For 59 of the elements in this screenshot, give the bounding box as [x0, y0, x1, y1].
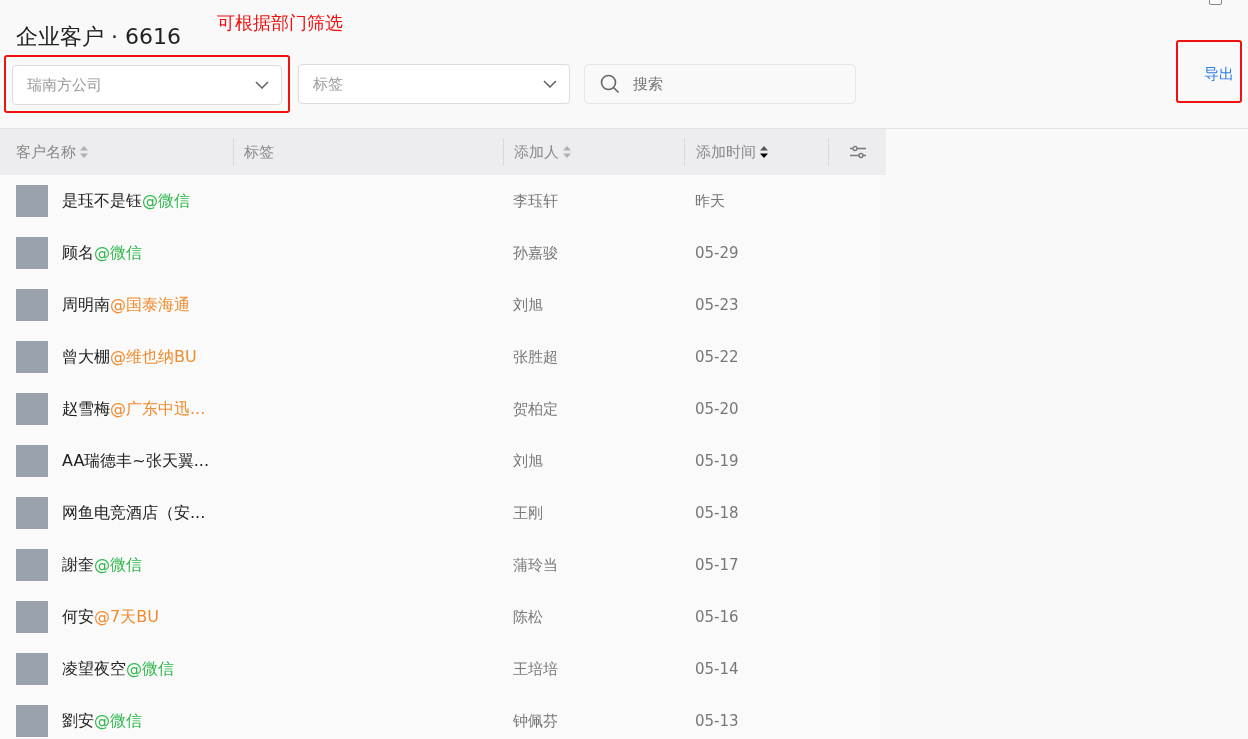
- table-cell: 王培培: [513, 659, 558, 679]
- customer-name: 赵雪梅@广东中迅...: [62, 398, 206, 420]
- customer-name: 网鱼电竞酒店（安...: [62, 502, 206, 524]
- export-link[interactable]: 导出: [1204, 65, 1234, 84]
- table-cell: 05-18: [695, 504, 739, 522]
- table-cell: 刘旭: [513, 295, 543, 315]
- table-cell: 05-13: [695, 712, 739, 730]
- customer-name: 曾大棚@维也纳BU: [62, 346, 197, 368]
- customer-name: 是珏不是钰@微信: [62, 190, 190, 212]
- table-cell: 05-14: [695, 660, 739, 678]
- table-cell: 贺柏定: [513, 399, 558, 419]
- photo-placeholder: [16, 341, 48, 373]
- sort-icon[interactable]: [760, 146, 768, 158]
- customer-name: 謝奎@微信: [62, 554, 142, 576]
- photo-placeholder: [16, 393, 48, 425]
- table-cell: 05-16: [695, 608, 739, 626]
- table-cell: 王刚: [513, 503, 543, 523]
- chevron-down-icon: [543, 80, 557, 88]
- table-cell: 刘旭: [513, 451, 543, 471]
- tag-select[interactable]: 标签: [298, 64, 570, 104]
- photo-placeholder: [16, 705, 48, 737]
- column-header[interactable]: 添加人: [514, 142, 559, 162]
- customer-name: AA瑞德丰~张天翼...: [62, 450, 209, 472]
- table-cell: 钟佩芬: [513, 711, 558, 731]
- column-settings-icon[interactable]: [848, 145, 867, 159]
- table-cell: 05-22: [695, 348, 739, 366]
- table-cell: 蒲玲当: [513, 555, 558, 575]
- annotation-note: 可根据部门筛选: [216, 11, 343, 35]
- customer-name: 顾名@微信: [62, 242, 142, 264]
- chevron-down-icon: [255, 81, 269, 89]
- column-header[interactable]: 客户名称: [16, 142, 76, 162]
- customer-name: 周明南@国泰海通: [62, 294, 190, 316]
- column-header[interactable]: 添加时间: [696, 142, 756, 162]
- table-cell: 05-20: [695, 400, 739, 418]
- photo-placeholder: [16, 445, 48, 477]
- table-cell: 05-19: [695, 452, 739, 470]
- table-cell: 昨天: [695, 191, 725, 211]
- customer-name: 劉安@微信: [62, 710, 142, 732]
- photo-placeholder: [16, 237, 48, 269]
- photo-placeholder: [16, 653, 48, 685]
- photo-placeholder: [16, 549, 48, 581]
- table-cell: 05-17: [695, 556, 739, 574]
- photo-placeholder: [16, 497, 48, 529]
- department-select[interactable]: 瑞南方公司: [12, 65, 282, 105]
- search-field[interactable]: 搜索: [584, 64, 856, 104]
- page-title: 企业客户 · 6616: [16, 23, 181, 51]
- column-header[interactable]: 标签: [244, 142, 274, 162]
- table-cell: 05-29: [695, 244, 739, 262]
- table-cell: 张胜超: [513, 347, 558, 367]
- photo-placeholder: [16, 185, 48, 217]
- customer-name: 凌望夜空@微信: [62, 658, 174, 680]
- photo-placeholder: [16, 289, 48, 321]
- table-cell: 孙嘉骏: [513, 243, 558, 263]
- photo-placeholder: [16, 601, 48, 633]
- customer-name: 何安@7天BU: [62, 606, 159, 628]
- table-cell: 陈松: [513, 607, 543, 627]
- table-cell: 李珏轩: [513, 191, 558, 211]
- table-cell: 05-23: [695, 296, 739, 314]
- search-icon: [600, 74, 620, 94]
